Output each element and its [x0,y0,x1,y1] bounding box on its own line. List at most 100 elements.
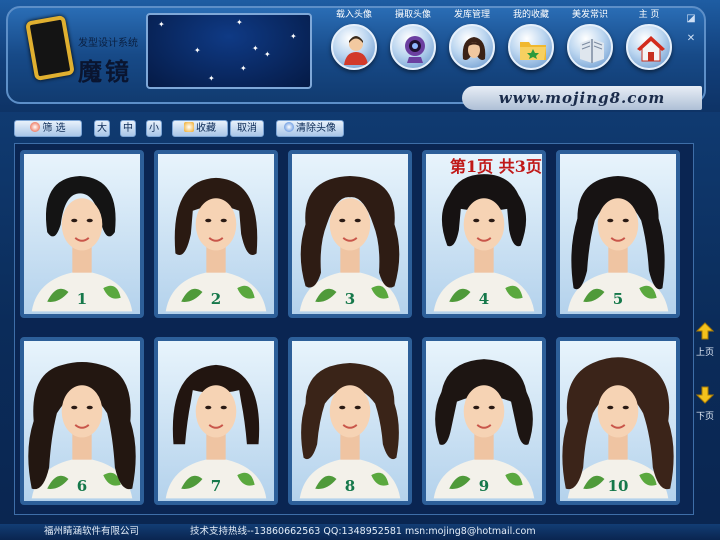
favorite-label: 收藏 [196,123,216,134]
filter-label: 筛 选 [42,123,66,134]
hair-library-button[interactable]: 发库管理 [443,8,501,80]
model-eye [339,218,346,223]
hairstyle-number: 1 [76,290,88,308]
load-avatar-button[interactable]: 载入头像 [325,8,383,80]
hairstyle-number: 4 [478,290,490,308]
hairstyle-thumbnail[interactable]: 9 [422,337,546,505]
page-indicator: 第1页 共3页 [450,157,542,176]
nav-label: 摄取头像 [394,10,431,20]
hairstyle-number: 6 [76,477,88,495]
model-eye [488,218,495,223]
model-eye [622,405,629,410]
model-face [195,385,237,438]
nav-label: 发库管理 [453,10,490,20]
prev-page-button[interactable]: 上页 [694,322,716,358]
company-name: 福州睛涵软件有限公司 [44,526,140,537]
filter-button[interactable]: 筛 选 [14,120,82,137]
model-face [463,385,505,438]
arrow-up-icon [695,322,715,340]
header: 发型设计系统 魔镜 ✦ ✦ ✦ ✦ ✦ ✦ ✦ ✦ 载入头像 摄取头像 发库管理 [0,0,720,112]
model-face [329,198,371,251]
hairstyle-number: 7 [210,477,222,495]
model-face [597,198,639,251]
arrow-down-icon [695,386,715,404]
model-eye [86,405,93,410]
model-eye [473,218,480,223]
model-face [329,385,371,438]
hairstyle-thumbnail[interactable]: 7 [154,337,278,505]
filter-icon [30,122,41,132]
star-icon: ✦ [236,18,243,27]
favorite-button[interactable]: 收藏 [172,120,228,137]
clear-avatar-button[interactable]: 清除头像 [276,120,344,137]
clear-avatar-label: 清除头像 [296,123,336,134]
model-face [61,385,103,438]
close-icon[interactable]: ✕ [684,32,698,46]
model-eye [205,405,212,410]
hairstyle-thumbnail[interactable]: 6 [20,337,144,505]
model-face [597,385,639,438]
hairstyle-thumbnail[interactable]: 3 [288,150,412,318]
folder-icon [184,122,194,132]
size-large-button[interactable]: 大 [94,120,110,137]
star-icon: ✦ [290,32,297,41]
nav-label: 主 页 [638,10,660,20]
model-eye [607,405,614,410]
status-bar: 福州睛涵软件有限公司 技术支持热线--13860662563 QQ:134895… [0,524,720,540]
hairstyle-number: 10 [607,477,629,495]
capture-avatar-button[interactable]: 摄取头像 [384,8,442,80]
nav-label: 美发常识 [571,10,608,20]
hairstyle-number: 5 [612,290,624,308]
mirror-logo-icon [25,14,75,82]
hairstyle-thumbnail[interactable]: 5 [556,150,680,318]
nav-label: 载入头像 [335,10,372,20]
star-icon: ✦ [240,64,247,73]
person-icon [331,24,377,70]
hairstyle-number: 8 [344,477,356,495]
clear-icon [284,122,294,132]
hairstyle-thumbnail[interactable]: 2 [154,150,278,318]
model-face [463,198,505,251]
home-button[interactable]: 主 页 [620,8,678,80]
model-eye [473,405,480,410]
app-window: 发型设计系统 魔镜 ✦ ✦ ✦ ✦ ✦ ✦ ✦ ✦ 载入头像 摄取头像 发库管理 [0,0,720,540]
home-icon [626,24,672,70]
model-eye [220,218,227,223]
cancel-button[interactable]: 取消 [230,120,264,137]
logo-title: 魔镜 [78,57,132,86]
model-eye [339,405,346,410]
star-icon: ✦ [194,46,201,55]
size-medium-button[interactable]: 中 [120,120,136,137]
model-eye [488,405,495,410]
star-icon: ✦ [158,20,165,29]
next-page-label: 下页 [695,412,714,422]
model-eye [607,218,614,223]
hairstyle-thumbnail[interactable]: 1 [20,150,144,318]
hairstyle-number: 9 [478,477,490,495]
star-icon: ✦ [264,50,271,59]
model-eye [71,218,78,223]
next-page-button[interactable]: 下页 [694,386,716,422]
star-icon: ✦ [208,74,215,83]
model-eye [220,405,227,410]
window-controls: ◪ ✕ [684,12,708,52]
toolbar: 筛 选 大 中 小 收藏 取消 清除头像 [0,116,720,140]
my-favorites-button[interactable]: 我的收藏 [502,8,560,80]
app-logo: 发型设计系统 魔镜 [22,12,140,96]
minimize-icon[interactable]: ◪ [684,12,698,26]
website-url: www.mojing8.com [462,86,702,110]
hair-tips-button[interactable]: 美发常识 [561,8,619,80]
hair-library-icon [449,24,495,70]
support-hotline: 技术支持热线--13860662563 QQ:1348952581 msn:mo… [190,526,536,537]
hairstyle-thumbnail[interactable]: 8 [288,337,412,505]
model-face [61,198,103,251]
prev-page-label: 上页 [695,348,714,358]
size-small-button[interactable]: 小 [146,120,162,137]
logo-subtitle: 发型设计系统 [78,38,138,49]
model-eye [622,218,629,223]
hairstyle-thumbnail[interactable]: 10 [556,337,680,505]
favorites-folder-icon [508,24,554,70]
model-face [195,198,237,251]
webcam-icon [390,24,436,70]
model-eye [354,405,361,410]
